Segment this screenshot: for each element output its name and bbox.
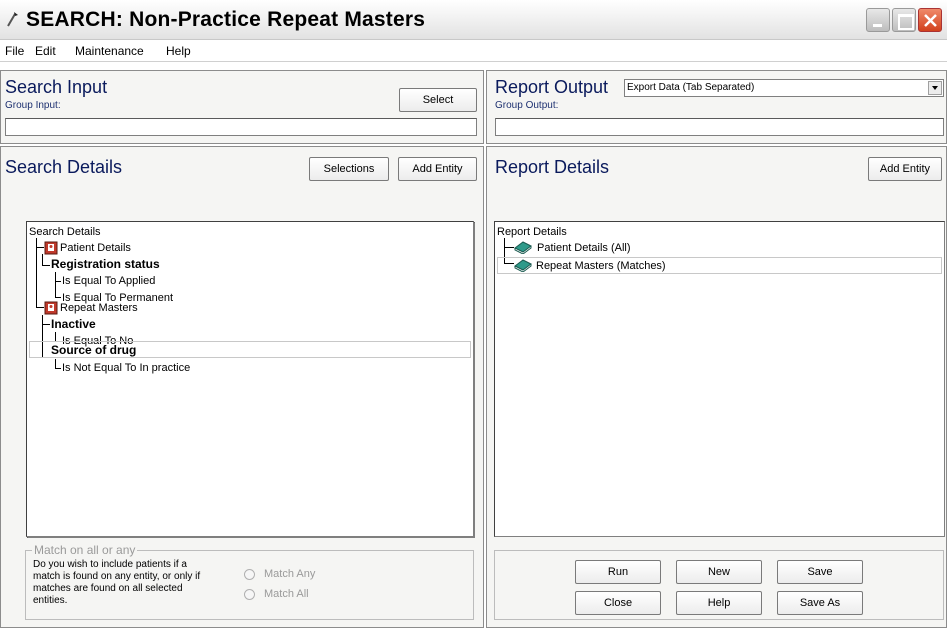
help-button[interactable]: Help (676, 591, 762, 615)
tree-connector (42, 315, 50, 325)
menu-edit[interactable]: Edit (35, 44, 56, 58)
match-desc-line: match is found on any entity, or only if (33, 571, 201, 582)
app-icon (7, 12, 18, 27)
report-tree-patient-details[interactable]: Patient Details (All) (537, 240, 631, 257)
select-button[interactable]: Select (399, 88, 477, 112)
report-output-title: Report Output (495, 77, 609, 97)
menu-maintenance[interactable]: Maintenance (75, 44, 144, 58)
tree-connector (55, 359, 61, 369)
tree-item-inactive[interactable]: Inactive (51, 316, 96, 333)
save-button[interactable]: Save (777, 560, 863, 584)
close-icon (924, 14, 937, 27)
match-group-legend: Match on all or any (32, 543, 138, 557)
title-bar: SEARCH: Non-Practice Repeat Masters (0, 0, 947, 40)
tree-item-patient-details[interactable]: Patient Details (60, 240, 131, 257)
match-any-radio[interactable] (244, 569, 255, 580)
report-tree-repeat-masters[interactable]: Repeat Masters (Matches) (497, 257, 942, 274)
match-desc-line: Do you wish to include patients if a (33, 559, 187, 570)
search-details-title: Search Details (5, 157, 123, 177)
group-input-field[interactable] (5, 118, 477, 136)
window-title: SEARCH: Non-Practice Repeat Masters (26, 8, 426, 31)
book-icon (514, 259, 532, 272)
output-format-dropdown[interactable]: Export Data (Tab Separated) (624, 79, 944, 97)
report-output-panel: Report Output Export Data (Tab Separated… (486, 70, 947, 144)
repeat-masters-entity-icon (44, 301, 58, 315)
tree-connector (55, 282, 61, 298)
menu-bar: File Edit Maintenance Help (0, 40, 947, 62)
tree-item-is-not-equal-in-practice[interactable]: Is Not Equal To In practice (62, 360, 190, 377)
report-add-entity-button[interactable]: Add Entity (868, 157, 942, 181)
search-input-title: Search Input (5, 77, 108, 97)
maximize-button[interactable] (892, 8, 916, 32)
search-input-panel: Search Input Group Input: Select (0, 70, 484, 144)
group-output-field[interactable] (495, 118, 944, 136)
save-as-button-label: Save As (799, 597, 841, 609)
group-input-label: Group Input: (5, 100, 61, 111)
patient-entity-icon (44, 241, 58, 255)
search-details-tree-box: Search Details Patient Details Registrat… (26, 221, 474, 537)
minimize-button[interactable] (866, 8, 890, 32)
add-entity-button[interactable]: Add Entity (398, 157, 477, 181)
match-all-radio[interactable] (244, 589, 255, 600)
tree-connector (36, 248, 44, 308)
tree-item-source-of-drug[interactable]: Source of drug (29, 341, 471, 358)
new-button-label: New (707, 566, 730, 578)
report-details-title: Report Details (495, 157, 610, 177)
menu-file[interactable]: File (5, 44, 24, 58)
report-details-tree-box: Report Details Patient Details (All) Rep… (494, 221, 945, 537)
match-desc-line: matches are found on all selected (33, 583, 183, 594)
menu-help[interactable]: Help (166, 44, 191, 58)
save-button-label: Save (807, 566, 833, 578)
run-button-label: Run (607, 566, 629, 578)
group-output-label: Group Output: (495, 100, 559, 111)
help-button-label: Help (707, 597, 731, 609)
close-window-button[interactable] (918, 8, 942, 32)
selections-button[interactable]: Selections (309, 157, 389, 181)
save-as-button[interactable]: Save As (777, 591, 863, 615)
close-button-label: Close (603, 597, 633, 609)
tree-item-registration-status[interactable]: Registration status (51, 256, 160, 273)
tree-connector (55, 272, 61, 282)
tree-item-repeat-masters[interactable]: Repeat Masters (60, 300, 138, 317)
match-any-label[interactable]: Match Any (264, 568, 315, 580)
close-button[interactable]: Close (575, 591, 661, 615)
output-format-value: Export Data (Tab Separated) (627, 82, 755, 93)
match-desc-line: entities. (33, 595, 68, 606)
run-button[interactable]: Run (575, 560, 661, 584)
book-icon (514, 241, 532, 254)
match-all-label[interactable]: Match All (264, 588, 309, 600)
match-group-description: Do you wish to include patients if a mat… (33, 559, 243, 607)
tree-item-is-equal-applied[interactable]: Is Equal To Applied (62, 273, 155, 290)
dropdown-arrow-icon[interactable] (928, 81, 942, 95)
tree-connector (36, 238, 44, 248)
new-button[interactable]: New (676, 560, 762, 584)
